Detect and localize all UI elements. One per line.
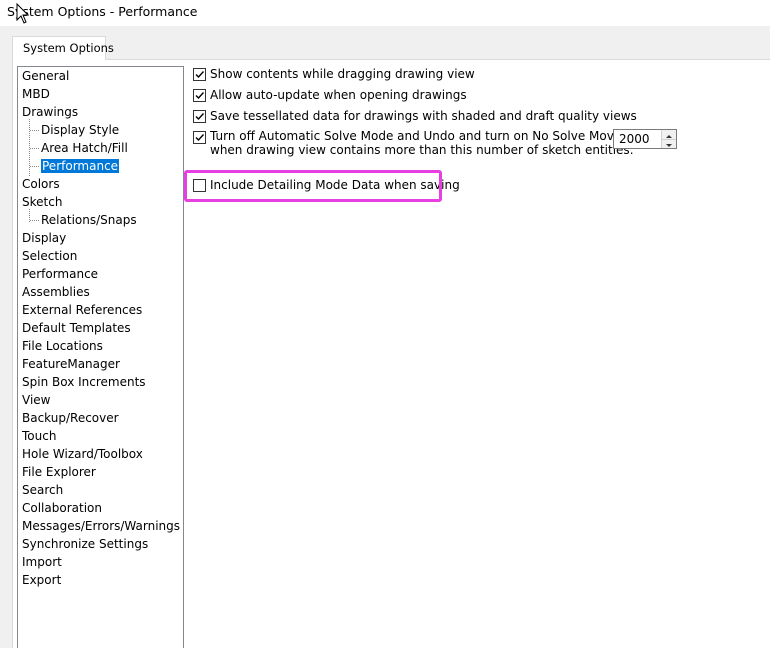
option-show-contents[interactable]: Show contents while dragging drawing vie… <box>193 66 493 84</box>
tree-item-default-templates[interactable]: Default Templates <box>22 319 131 337</box>
tab-system-options[interactable]: System Options <box>12 36 114 60</box>
tree-item-import[interactable]: Import <box>22 553 62 571</box>
tree-item-drawings[interactable]: Drawings <box>22 103 78 121</box>
tree-item-display[interactable]: Display <box>22 229 66 247</box>
sketch-entities-spinbox[interactable]: 2000 <box>613 129 677 149</box>
turn-off-solve-label-line2: when drawing view contains more than thi… <box>210 143 634 157</box>
tree-item-selection[interactable]: Selection <box>22 247 77 265</box>
tree-item-featuremanager[interactable]: FeatureManager <box>22 355 120 373</box>
tab-system-options-label: System Options <box>23 41 114 55</box>
tree-item-touch[interactable]: Touch <box>22 427 56 445</box>
option-save-tessellated[interactable]: Save tessellated data for drawings with … <box>193 108 637 126</box>
tree-item-messages-errors-warnings[interactable]: Messages/Errors/Warnings <box>22 517 180 535</box>
tree-item-performance[interactable]: Performance <box>22 265 98 283</box>
tree-item-assemblies[interactable]: Assemblies <box>22 283 90 301</box>
checkmark-icon <box>195 92 205 100</box>
tree-item-hole-wizard-toolbox[interactable]: Hole Wizard/Toolbox <box>22 445 143 463</box>
highlight-annotation <box>184 170 442 202</box>
tree-item-export[interactable]: Export <box>22 571 61 589</box>
tree-item-relations-snaps[interactable]: Relations/Snaps <box>41 211 137 229</box>
save-tessellated-checkbox[interactable] <box>193 110 206 123</box>
tree-item-backup-recover[interactable]: Backup/Recover <box>22 409 119 427</box>
arrow-down-icon <box>666 144 672 147</box>
tree-item-general[interactable]: General <box>22 67 69 85</box>
checkmark-icon <box>195 134 205 142</box>
tree-item-file-explorer[interactable]: File Explorer <box>22 463 96 481</box>
tree-item-view[interactable]: View <box>22 391 50 409</box>
spin-down-button[interactable] <box>662 139 676 148</box>
tree-item-synchronize-settings[interactable]: Synchronize Settings <box>22 535 148 553</box>
title-bar: System Options - Performance <box>0 0 770 26</box>
window-title: System Options - Performance <box>7 4 198 19</box>
show-contents-label: Show contents while dragging drawing vie… <box>210 67 475 81</box>
turn-off-solve-checkbox[interactable] <box>193 131 206 144</box>
turn-off-solve-label-line1: Turn off Automatic Solve Mode and Undo a… <box>210 129 622 143</box>
tree-item-display-style[interactable]: Display Style <box>41 121 119 139</box>
save-tessellated-label: Save tessellated data for drawings with … <box>210 109 637 123</box>
tree-item-drawings-performance[interactable]: Performance <box>41 157 120 175</box>
sketch-entities-value[interactable]: 2000 <box>619 132 650 146</box>
checkmark-icon <box>195 71 205 79</box>
show-contents-checkbox[interactable] <box>193 68 206 81</box>
checkmark-icon <box>195 113 205 121</box>
mouse-cursor-icon <box>16 3 30 24</box>
auto-update-label: Allow auto-update when opening drawings <box>210 88 467 102</box>
tree-item-spin-box-increments[interactable]: Spin Box Increments <box>22 373 146 391</box>
auto-update-checkbox[interactable] <box>193 89 206 102</box>
option-turn-off-solve[interactable]: Turn off Automatic Solve Mode and Undo a… <box>193 129 634 159</box>
tree-item-file-locations[interactable]: File Locations <box>22 337 103 355</box>
tree-item-colors[interactable]: Colors <box>22 175 60 193</box>
tree-item-sketch[interactable]: Sketch <box>22 193 62 211</box>
tree-item-search[interactable]: Search <box>22 481 63 499</box>
spin-buttons <box>661 130 676 148</box>
option-auto-update[interactable]: Allow auto-update when opening drawings <box>193 87 493 105</box>
tree-item-area-hatch-fill[interactable]: Area Hatch/Fill <box>41 139 128 157</box>
tree-item-collaboration[interactable]: Collaboration <box>22 499 102 517</box>
options-tree[interactable]: General MBD Drawings Display Style Area … <box>17 66 184 648</box>
tree-item-mbd[interactable]: MBD <box>22 85 50 103</box>
tree-item-external-references[interactable]: External References <box>22 301 142 319</box>
